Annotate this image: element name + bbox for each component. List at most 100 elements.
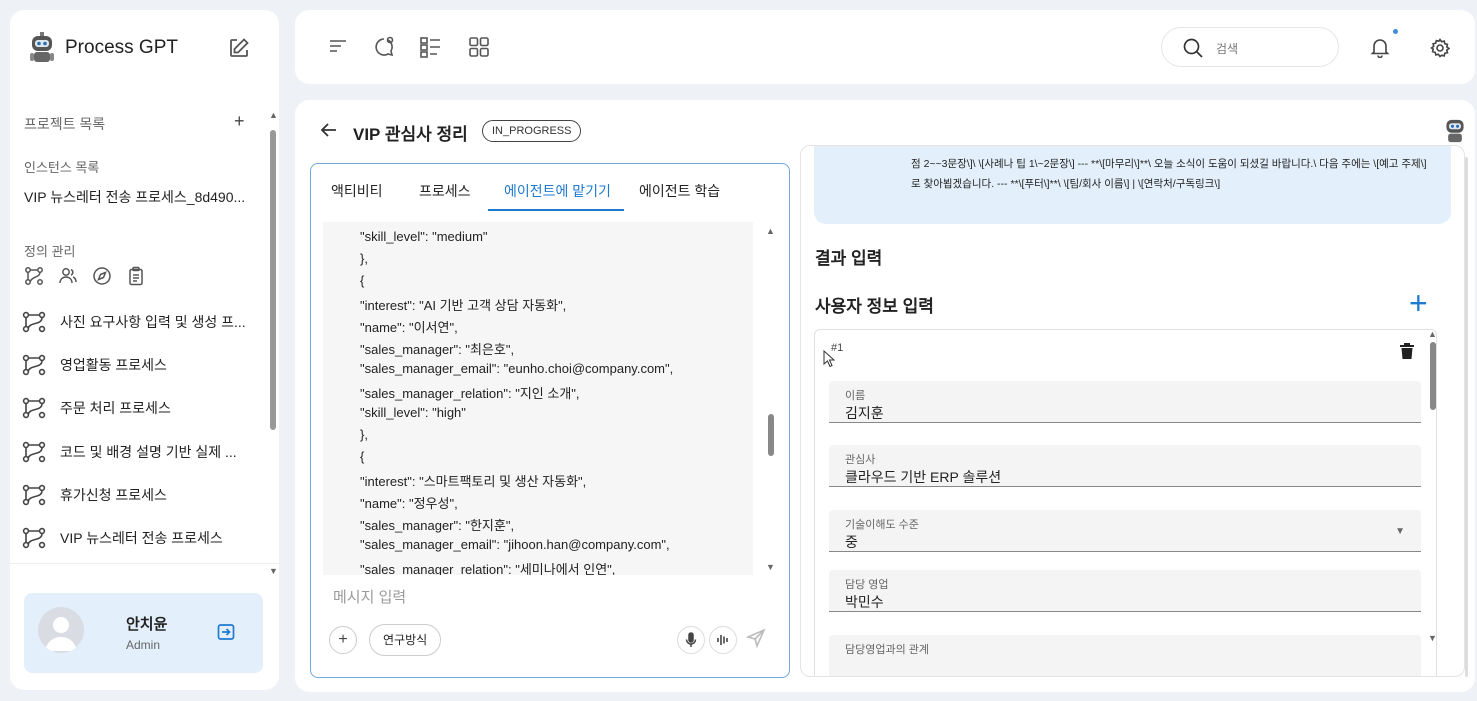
flow-icon: [22, 484, 46, 506]
search-input[interactable]: 검색: [1216, 40, 1238, 57]
field-label: 이름: [845, 390, 866, 402]
result-panel: 점 2~~3문장\]\ \[사례나 팁 1\~2문장\] --- **\[마무리…: [800, 145, 1465, 677]
notification-bell-icon[interactable]: [1369, 36, 1391, 58]
instance-list-label: 인스턴스 목록: [24, 160, 100, 175]
definition-item[interactable]: 휴가신청 프로세스: [22, 484, 254, 506]
code-line: "sales_manager": "한지훈",: [360, 518, 515, 533]
definition-item[interactable]: VIP 뉴스레터 전송 프로세스: [22, 527, 254, 549]
definition-manage-label: 정의 관리: [24, 244, 76, 259]
chat-bubble-icon[interactable]: [373, 36, 395, 58]
code-line: },: [360, 251, 368, 266]
field-value: 김지훈: [845, 405, 884, 421]
grid-icon[interactable]: [468, 36, 490, 58]
notification-dot: [1393, 29, 1398, 34]
top-bar: 검색: [295, 10, 1475, 84]
instance-item[interactable]: VIP 뉴스레터 전송 프로세스_8d490...: [24, 187, 254, 207]
clipboard-icon[interactable]: [126, 266, 146, 286]
user-card: 안치윤 Admin: [24, 593, 263, 673]
compass-icon[interactable]: [92, 266, 112, 286]
form-scroll-down-icon[interactable]: ▼: [1428, 633, 1437, 643]
sidebar-divider: [10, 563, 279, 564]
new-chat-edit-icon[interactable]: [228, 37, 250, 59]
menu-toggle-icon[interactable]: [328, 36, 348, 56]
mic-button[interactable]: [677, 626, 705, 654]
flow-icon[interactable]: [24, 266, 44, 286]
code-line: "name": "정우성",: [360, 496, 458, 511]
definition-item-label: 영업활동 프로세스: [60, 357, 167, 373]
code-line: "sales_manager_relation": "세미나에서 인연",: [360, 562, 616, 575]
sidebar-scrollbar[interactable]: [270, 130, 276, 430]
preview-text: 점 2~~3문장\]\ \[사례나 팁 1\~2문장\] --- **\[마무리…: [911, 158, 1427, 190]
avatar[interactable]: [38, 607, 84, 653]
add-user-button[interactable]: +: [1409, 287, 1428, 319]
audio-wave-icon: [710, 627, 736, 653]
mic-icon: [678, 627, 704, 653]
robot-logo-icon: [28, 32, 56, 66]
search-box[interactable]: 검색: [1161, 27, 1339, 67]
agent-robot-icon[interactable]: [1443, 116, 1467, 146]
main-panel: VIP 관심사 정리 IN_PROGRESS 액티비티 프로세스 에이전트에 맡…: [295, 100, 1475, 692]
page-title: VIP 관심사 정리: [353, 125, 468, 144]
tab-agent-learning[interactable]: 에이전트 학습: [639, 181, 720, 201]
definition-item-label: 사진 요구사항 입력 및 생성 프...: [60, 314, 246, 330]
mouse-cursor-icon: [823, 350, 835, 368]
definition-item[interactable]: 코드 및 배경 설명 기반 실제 ...: [22, 441, 254, 463]
page-scrollbar[interactable]: [1465, 157, 1468, 677]
code-line: "sales_manager_email": "jihoon.han@compa…: [360, 537, 670, 552]
people-icon[interactable]: [58, 266, 78, 286]
chat-tabs: 액티비티 프로세스 에이전트에 맡기기 에이전트 학습: [311, 164, 788, 212]
definition-item[interactable]: 주문 처리 프로세스: [22, 397, 254, 419]
definition-item[interactable]: 영업활동 프로세스: [22, 354, 254, 376]
tab-activity[interactable]: 액티비티: [331, 181, 383, 201]
code-line: {: [360, 273, 365, 288]
flow-icon: [22, 354, 46, 376]
flow-icon: [22, 311, 46, 333]
output-preview: 점 2~~3문장\]\ \[사례나 팁 1\~2문장\] --- **\[마무리…: [814, 146, 1451, 224]
definition-item-label: 주문 처리 프로세스: [60, 400, 171, 416]
user-name: 안치윤: [126, 616, 168, 633]
active-tab-indicator: [488, 209, 624, 211]
project-list-label: 프로젝트 목록: [24, 116, 106, 132]
code-line: "interest": "AI 기반 고객 상담 자동화",: [360, 298, 567, 313]
form-scroll-up-icon[interactable]: ▲: [1428, 329, 1437, 339]
logout-icon[interactable]: [217, 623, 235, 641]
sidebar-scroll-up-icon[interactable]: ▲: [269, 110, 278, 120]
tab-agent-delegate[interactable]: 에이전트에 맡기기: [504, 181, 611, 201]
definition-tools: [24, 266, 146, 286]
definition-item-label: 휴가신청 프로세스: [60, 487, 167, 503]
send-icon[interactable]: [745, 627, 767, 649]
checklist-icon[interactable]: [419, 36, 443, 58]
app-title: Process GPT: [65, 37, 178, 58]
field-label: 관심사: [845, 454, 876, 466]
sidebar-scroll-down-icon[interactable]: ▼: [269, 566, 278, 576]
settings-gear-icon[interactable]: [1430, 38, 1450, 58]
back-arrow-icon[interactable]: [319, 120, 339, 140]
field-label: 담당영업과의 관계: [845, 644, 930, 656]
definition-item-label: VIP 뉴스레터 전송 프로세스: [60, 530, 223, 546]
add-project-button[interactable]: +: [234, 111, 245, 132]
dropdown-caret-icon: ▼: [1395, 526, 1405, 537]
attach-button[interactable]: +: [329, 626, 357, 654]
code-scrollbar[interactable]: [768, 414, 774, 456]
chat-panel: 액티비티 프로세스 에이전트에 맡기기 에이전트 학습 "skill_level…: [310, 163, 790, 678]
research-mode-button[interactable]: 연구방식: [369, 624, 442, 656]
tab-process[interactable]: 프로세스: [419, 181, 471, 201]
status-badge: IN_PROGRESS: [482, 120, 582, 142]
field-label: 기술이해도 수준: [845, 519, 919, 531]
skill-level-select[interactable]: 기술이해도 수준 중 ▼: [829, 510, 1421, 552]
code-scroll-up-icon[interactable]: ▲: [766, 226, 775, 236]
code-line: "skill_level": "medium": [360, 229, 488, 244]
definition-item[interactable]: 사진 요구사항 입력 및 생성 프...: [22, 311, 254, 333]
relation-field[interactable]: 담당영업과의 관계: [829, 635, 1421, 676]
code-line: "sales_manager": "최은호",: [360, 342, 515, 357]
form-scrollbar[interactable]: [1430, 342, 1436, 410]
message-input[interactable]: 메시지 입력: [333, 586, 406, 607]
code-scroll-down-icon[interactable]: ▼: [766, 562, 775, 572]
user-info-form: #1 이름 김지훈 관심사 클라우드 기반 ERP 솔루션 기술이해도 수준 중…: [814, 329, 1437, 676]
interest-field[interactable]: 관심사 클라우드 기반 ERP 솔루션: [829, 445, 1421, 487]
delete-trash-icon[interactable]: [1399, 342, 1415, 360]
voice-mode-button[interactable]: [709, 626, 737, 654]
code-line: "sales_manager_relation": "지인 소개",: [360, 386, 580, 401]
sales-manager-field[interactable]: 담당 영업 박민수: [829, 570, 1421, 612]
name-field[interactable]: 이름 김지훈: [829, 381, 1421, 423]
